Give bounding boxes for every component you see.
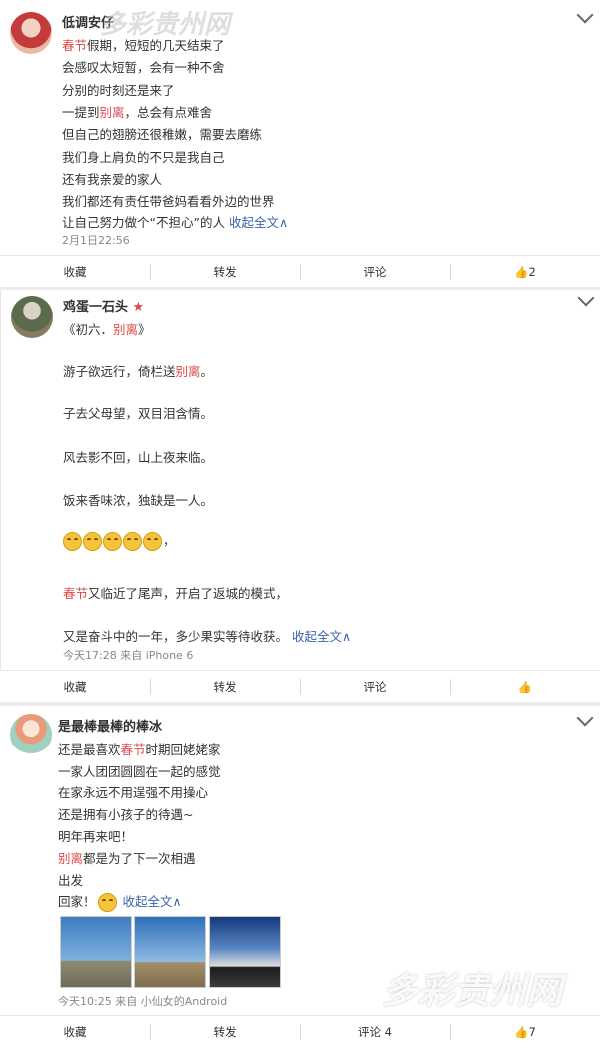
- avatar[interactable]: [10, 714, 52, 756]
- like-button[interactable]: 👍: [450, 671, 600, 703]
- smile-emoji-icon: [143, 532, 162, 551]
- post-text-line: 一家人团团圆圆在一起的感觉: [58, 764, 221, 779]
- post-text-line: 风去影不回，山上夜来临。: [63, 450, 214, 465]
- like-button[interactable]: 👍2: [450, 256, 600, 288]
- post-text-line: 会感叹太短暂，会有一种不舍: [62, 60, 225, 75]
- photo-thumbnail[interactable]: [134, 916, 206, 988]
- post-text-line: 但自己的翅膀还很稚嫩，需要去磨练: [62, 127, 263, 142]
- chevron-down-icon[interactable]: [576, 709, 594, 727]
- photo-thumbnail[interactable]: [60, 916, 132, 988]
- comment-button[interactable]: 评论: [300, 256, 450, 288]
- chevron-down-icon[interactable]: [577, 289, 595, 307]
- post-text-line: 回家！ 收起全文∧: [58, 891, 182, 912]
- watermark: 多彩贵州网: [382, 970, 563, 1012]
- smile-emoji-icon: [103, 532, 122, 551]
- timestamp[interactable]: 今天10:25 来自 小仙女的Android: [58, 993, 227, 1009]
- thumbs-up-icon: 👍: [517, 680, 533, 694]
- action-bar: 收藏 转发 评论 👍2: [0, 255, 600, 288]
- avatar[interactable]: [11, 296, 53, 338]
- emoji-row: ，: [63, 530, 176, 551]
- repost-button[interactable]: 转发: [150, 1016, 300, 1048]
- post-text-line: 还是最喜欢春节时期回姥姥家: [58, 742, 221, 757]
- collapse-link[interactable]: 收起全文∧: [123, 894, 182, 909]
- post-2: 鸡蛋一石头 ★ 《初六．别离》 游子欲远行，倚栏送别离。 子去父母望，双目泪含情…: [0, 289, 600, 673]
- post-text-line: 一提到别离，总会有点难舍: [62, 105, 213, 120]
- like-button[interactable]: 👍7: [450, 1016, 600, 1048]
- post-text-line: 还有我亲爱的家人: [62, 172, 163, 187]
- author-name[interactable]: 鸡蛋一石头 ★: [63, 296, 144, 315]
- favorite-button[interactable]: 收藏: [0, 671, 150, 703]
- timestamp[interactable]: 2月1日22:56: [62, 232, 130, 248]
- post-1: 低调安仔 春节假期，短短的几天结束了 会感叹太短暂，会有一种不舍 分别的时刻还是…: [0, 0, 600, 255]
- wink-emoji-icon: [97, 893, 117, 912]
- action-bar: 收藏 转发 评论 👍: [0, 670, 600, 703]
- favorite-button[interactable]: 收藏: [0, 1016, 150, 1048]
- post-text-line: 我们都还有责任带爸妈看看外边的世界: [62, 194, 275, 209]
- smile-emoji-icon: [83, 532, 102, 551]
- comment-button[interactable]: 评论 4: [300, 1016, 450, 1048]
- post-text-line: 春节又临近了尾声，开启了返城的模式，: [63, 586, 289, 601]
- favorite-button[interactable]: 收藏: [0, 256, 150, 288]
- post-text-line: 明年再来吧！: [58, 829, 134, 844]
- post-text-line: 让自己努力做个“不担心”的人 收起全文∧: [62, 215, 289, 230]
- post-text-line: 分别的时刻还是来了: [62, 83, 175, 98]
- post-subtitle: 《初六．别离》: [63, 322, 151, 337]
- thumbs-up-icon: 👍: [514, 1025, 529, 1039]
- smile-emoji-icon: [123, 532, 142, 551]
- avatar[interactable]: [10, 12, 52, 54]
- smile-emoji-icon: [63, 532, 82, 551]
- post-text-line: 游子欲远行，倚栏送别离。: [63, 364, 214, 379]
- timestamp[interactable]: 今天17:28 来自 iPhone 6: [63, 647, 193, 663]
- repost-button[interactable]: 转发: [150, 671, 300, 703]
- post-text-line: 出发: [58, 873, 84, 888]
- author-name[interactable]: 是最棒最棒的棒冰: [58, 716, 162, 735]
- photo-thumbnail[interactable]: [209, 916, 281, 988]
- post-text-line: 在家永远不用逞强不用操心: [58, 785, 209, 800]
- post-text-line: 还是拥有小孩子的待遇~: [58, 807, 194, 822]
- post-text-line: 又是奋斗中的一年，多少果实等待收获。 收起全文∧: [63, 629, 352, 644]
- watermark: 多彩贵州网: [100, 10, 231, 40]
- post-text-line: 别离都是为了下一次相遇: [58, 851, 196, 866]
- action-bar: 收藏 转发 评论 4 👍7: [0, 1015, 600, 1048]
- post-text-line: 饭来香味浓，独缺是一人。: [63, 493, 214, 508]
- repost-button[interactable]: 转发: [150, 256, 300, 288]
- collapse-link[interactable]: 收起全文∧: [229, 215, 288, 230]
- chevron-down-icon[interactable]: [576, 6, 594, 24]
- comment-button[interactable]: 评论: [300, 671, 450, 703]
- post-text-line: 子去父母望，双目泪含情。: [63, 406, 214, 421]
- star-badge-icon: ★: [132, 300, 145, 315]
- post-text-line: 我们身上肩负的不只是我自己: [62, 150, 225, 165]
- thumbs-up-icon: 👍: [514, 265, 529, 279]
- collapse-link[interactable]: 收起全文∧: [292, 629, 351, 644]
